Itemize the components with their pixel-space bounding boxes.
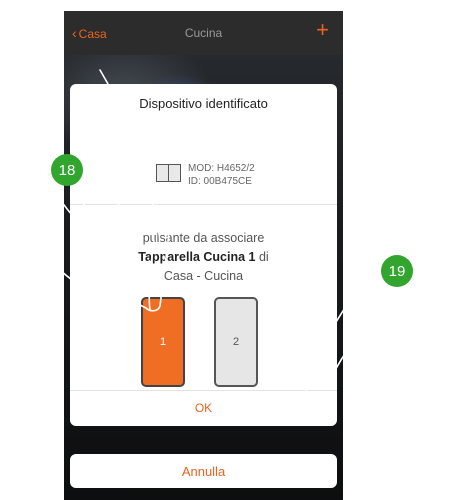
add-icon[interactable]: + — [316, 19, 329, 41]
instruction-di: di — [258, 250, 269, 264]
identify-device-dialog: Dispositivo identificato MOD: H4652/2 ID… — [70, 84, 337, 426]
instruction-location: Casa - Cucina — [163, 269, 244, 283]
switch-right-shape — [168, 164, 181, 182]
double-switch-icon — [156, 164, 182, 182]
ok-button[interactable]: OK — [70, 390, 337, 426]
instruction-target: Tapparella Cucina 1 — [138, 250, 256, 264]
key-selector: 1 2 — [70, 297, 337, 387]
page-title: Cucina — [184, 26, 223, 40]
device-id: ID: 00B475CE — [188, 176, 252, 187]
cancel-button[interactable]: Annulla — [70, 454, 337, 488]
divider — [70, 204, 337, 205]
instruction-prefix: pulsante da associare — [142, 231, 265, 245]
step-19-badge: 19 — [381, 255, 413, 287]
phone-screen: ‹ Casa Cucina + Dispositivo identificato … — [64, 11, 343, 500]
device-info: MOD: H4652/2 ID: 00B475CE — [188, 162, 255, 188]
key-1-button[interactable]: 1 — [141, 297, 185, 387]
instruction-text: pulsante da associare Tapparella Cucina … — [70, 229, 337, 286]
dialog-title: Dispositivo identificato — [139, 96, 268, 111]
key-2-button[interactable]: 2 — [214, 297, 258, 387]
step-18-badge: 18 — [51, 154, 83, 186]
device-model: MOD: H4652/2 — [188, 163, 255, 174]
top-bar: ‹ Casa Cucina + — [64, 11, 343, 55]
